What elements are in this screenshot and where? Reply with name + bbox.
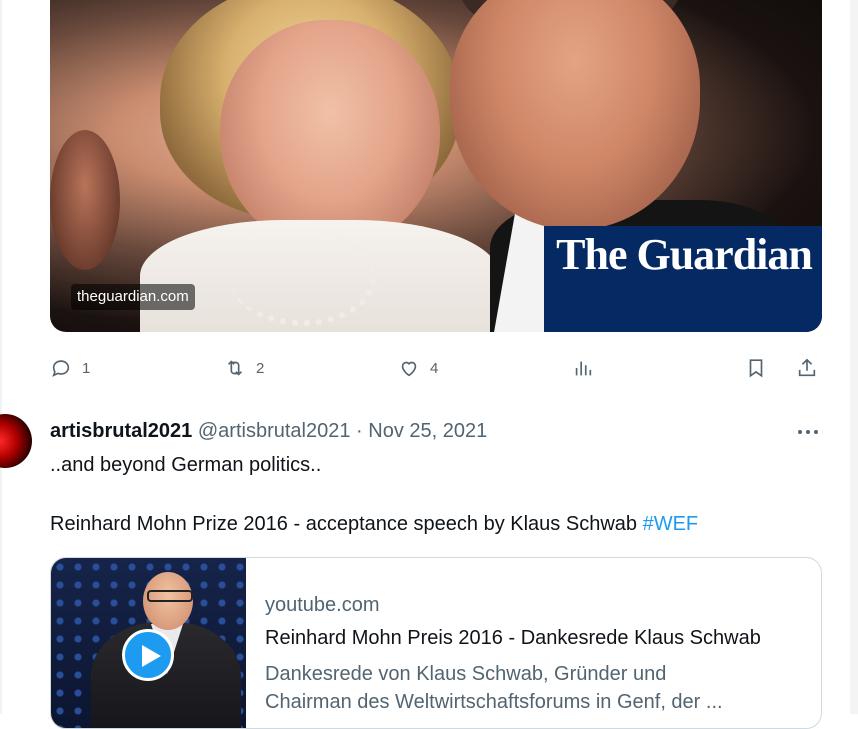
retweet-icon xyxy=(227,360,243,376)
more-dot-icon xyxy=(806,430,810,434)
share-icon xyxy=(798,358,816,377)
views-button[interactable] xyxy=(572,350,594,386)
card-description-line1: Dankesrede von Klaus Schwab, Gründer und xyxy=(265,663,667,685)
card-description: Dankesrede von Klaus Schwab, Gründer und… xyxy=(265,660,805,716)
play-icon xyxy=(142,645,161,667)
display-name[interactable]: artisbrutal2021 xyxy=(50,420,192,442)
hashtag-link[interactable]: #WEF xyxy=(643,513,699,535)
background-person xyxy=(50,130,120,270)
more-options-button[interactable] xyxy=(796,420,820,444)
speaker-glasses xyxy=(147,590,193,602)
like-button[interactable]: 4 xyxy=(398,350,438,386)
tweet-media-image[interactable]: The Guardian theguardian.com xyxy=(50,0,822,332)
card-title: Reinhard Mohn Preis 2016 - Dankesrede Kl… xyxy=(265,627,761,649)
reply-button[interactable]: 1 xyxy=(50,350,90,386)
like-count: 4 xyxy=(430,359,439,377)
tweet-text-line2: Reinhard Mohn Prize 2016 - acceptance sp… xyxy=(50,511,698,537)
guardian-logo-text: The Guardian xyxy=(556,230,813,279)
link-preview-card[interactable]: youtube.com Reinhard Mohn Preis 2016 - D… xyxy=(50,557,822,729)
meta-separator: · xyxy=(356,420,363,442)
tweet-header: artisbrutal2021 @artisbrutal2021 · Nov 2… xyxy=(50,418,487,444)
photo-woman-face xyxy=(220,20,440,250)
user-handle[interactable]: @artisbrutal2021 xyxy=(198,420,351,442)
guardian-logo: The Guardian xyxy=(544,226,822,332)
reply-count: 1 xyxy=(82,359,91,377)
tweet-date[interactable]: Nov 25, 2021 xyxy=(368,420,487,442)
tweet-actions: 1 2 4 xyxy=(50,350,822,386)
avatar[interactable] xyxy=(0,414,32,468)
reply-icon xyxy=(52,360,70,377)
play-button[interactable] xyxy=(122,629,174,681)
bookmark-button[interactable] xyxy=(745,350,767,386)
video-thumbnail[interactable] xyxy=(51,558,246,728)
more-dot-icon xyxy=(814,430,818,434)
share-button[interactable] xyxy=(796,350,818,386)
heart-icon xyxy=(401,361,417,377)
card-description-line2: Chairman des Weltwirtschaftsforums in Ge… xyxy=(265,691,723,713)
retweet-count: 2 xyxy=(256,359,265,377)
photo-man-face xyxy=(450,0,700,230)
tweet-text-body: Reinhard Mohn Prize 2016 - acceptance sp… xyxy=(50,513,638,535)
scrollbar[interactable] xyxy=(850,0,858,714)
tweet-text-line1: ..and beyond German politics.. xyxy=(50,454,322,476)
photo-pearls xyxy=(230,230,376,326)
analytics-icon xyxy=(575,361,592,376)
bookmark-icon xyxy=(749,359,763,378)
card-domain: youtube.com xyxy=(265,594,380,616)
more-dot-icon xyxy=(798,430,802,434)
timeline-thread-line xyxy=(0,0,2,714)
media-source-badge[interactable]: theguardian.com xyxy=(71,284,195,310)
retweet-button[interactable]: 2 xyxy=(224,350,264,386)
